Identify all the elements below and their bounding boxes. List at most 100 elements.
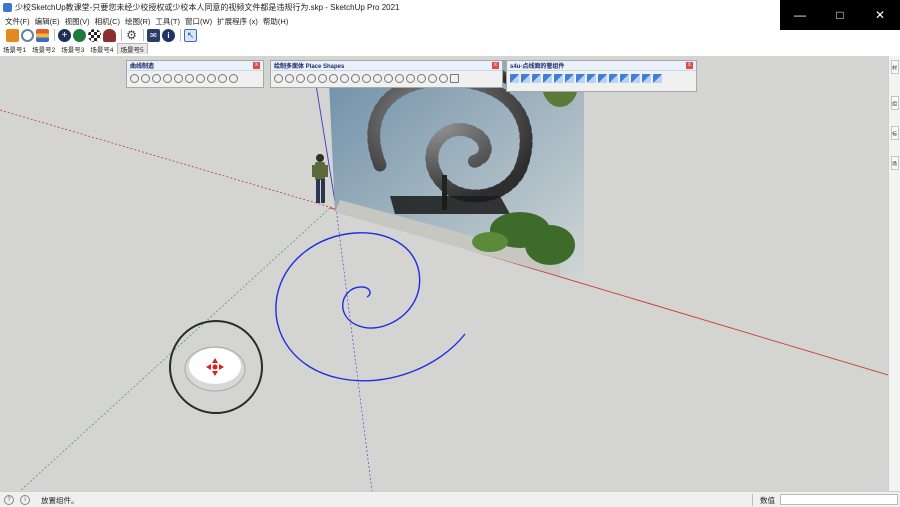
main-toolbar: + ⚙ ✉ i ↖ [0, 27, 199, 43]
scene-tab-1[interactable]: 场景号1 [0, 44, 29, 54]
shape-capsule-icon[interactable] [406, 73, 415, 83]
red-axis-negative [0, 109, 341, 211]
curve-cup-icon[interactable] [207, 73, 216, 83]
s4u-point-icon[interactable] [510, 73, 519, 83]
shapes-panel-close-button[interactable]: x [492, 62, 499, 69]
human-figure-component[interactable] [312, 154, 328, 203]
s4u-path-icon[interactable] [620, 73, 629, 83]
shape-tube-icon[interactable] [450, 73, 459, 83]
select-tool-icon[interactable]: ↖ [184, 28, 197, 42]
toolbar-separator [121, 29, 122, 41]
viewport-canvas [0, 59, 888, 491]
credits-icon[interactable]: i [20, 495, 30, 505]
curve-bezier-icon[interactable] [163, 73, 172, 83]
status-message: 放置组件。 [41, 496, 79, 505]
s4u-scale-icon[interactable] [587, 73, 596, 83]
menu-camera[interactable]: 相机(C) [95, 16, 120, 27]
menu-draw[interactable]: 绘图(R) [125, 16, 150, 27]
s4u-line-icon[interactable] [521, 73, 530, 83]
menu-edit[interactable]: 编辑(E) [35, 16, 60, 27]
s4u-random-icon[interactable] [642, 73, 651, 83]
s4u-align-icon[interactable] [598, 73, 607, 83]
minimize-icon: — [794, 8, 806, 22]
curve-panel-close-button[interactable]: x [253, 62, 260, 69]
curve-arc-icon[interactable] [141, 73, 150, 83]
info-icon[interactable]: i [162, 28, 175, 42]
s4u-rotate-icon[interactable] [576, 73, 585, 83]
menu-extensions[interactable]: 扩展程序 (x) [217, 16, 258, 27]
shapes-panel-tools [271, 71, 502, 85]
s4u-face-icon[interactable] [543, 73, 552, 83]
gear-icon[interactable]: ⚙ [125, 28, 138, 42]
s4u-curve-icon[interactable] [631, 73, 640, 83]
curve-loop-icon[interactable] [196, 73, 205, 83]
geolocation-icon[interactable]: ? [4, 495, 14, 505]
shape-torus-icon[interactable] [384, 73, 393, 83]
shape-prism-icon[interactable] [351, 73, 360, 83]
menu-bar: 文件(F) 编辑(E) 视图(V) 相机(C) 绘图(R) 工具(T) 窗口(W… [0, 15, 288, 27]
curve-panel-title: 曲线制造 [130, 64, 155, 70]
s4u-replace-icon[interactable] [653, 73, 662, 83]
minimize-button[interactable]: — [780, 0, 820, 30]
sketchup-logo-icon[interactable] [6, 28, 19, 42]
right-dock: 材 组 标 场 [888, 56, 900, 491]
sketchup-window: 少校SketchUp教课堂-只要您未经少校授权或少校本人同意的视频文件都是违规行… [0, 0, 900, 507]
close-button[interactable]: ✕ [860, 0, 900, 30]
shape-dome-icon[interactable] [373, 73, 382, 83]
scene-tab-5[interactable]: 场景号5 [116, 43, 148, 54]
menu-window[interactable]: 窗口(W) [185, 16, 212, 27]
tree-icon[interactable] [73, 28, 86, 42]
checker-icon[interactable] [88, 28, 101, 42]
cloud-icon[interactable] [103, 28, 116, 42]
layers-icon[interactable] [36, 28, 49, 42]
refresh-icon[interactable] [21, 28, 34, 42]
menu-file[interactable]: 文件(F) [5, 16, 30, 27]
shape-disc-icon[interactable] [439, 73, 448, 83]
s4u-panel-close-button[interactable]: x [686, 62, 693, 69]
shape-cone-icon[interactable] [340, 73, 349, 83]
curve-panel-header[interactable]: 曲线制造 x [127, 61, 263, 71]
curve-spline-icon[interactable] [174, 73, 183, 83]
shapes-panel-header[interactable]: 绘制多面体 Place Shapes x [271, 61, 502, 71]
s4u-panel-header[interactable]: s4u-点线面的管组件 x [507, 61, 696, 71]
s4u-array-icon[interactable] [554, 73, 563, 83]
modeling-viewport[interactable]: 曲线制造 x 绘制多面体 Place Shapes x s4u-点线面的管组件 … [0, 56, 888, 491]
scene-tab-2[interactable]: 场景号2 [29, 44, 58, 54]
curve-helix-icon[interactable] [152, 73, 161, 83]
spiral-curve[interactable] [275, 232, 466, 382]
curve-hook-icon[interactable] [229, 73, 238, 83]
s4u-drop-icon[interactable] [609, 73, 618, 83]
dock-tab-materials[interactable]: 材 [891, 60, 899, 74]
measurements-input[interactable] [780, 494, 898, 505]
shape-hexagon-icon[interactable] [296, 73, 305, 83]
curve-spiral-icon[interactable] [130, 73, 139, 83]
dock-tab-scenes[interactable]: 场 [891, 156, 899, 170]
curve-offset-icon[interactable] [218, 73, 227, 83]
shape-sphere-icon[interactable] [362, 73, 371, 83]
scene-tab-4[interactable]: 场景号4 [87, 44, 116, 54]
menu-view[interactable]: 视图(V) [65, 16, 90, 27]
maximize-button[interactable]: □ [820, 0, 860, 30]
shape-cylinder-icon[interactable] [307, 73, 316, 83]
menu-help[interactable]: 帮助(H) [263, 16, 288, 27]
shape-ellipsoid-icon[interactable] [395, 73, 404, 83]
shape-pentagon-icon[interactable] [285, 73, 294, 83]
scene-tab-3[interactable]: 场景号3 [58, 44, 87, 54]
shape-circle-icon[interactable] [329, 73, 338, 83]
dock-tab-components[interactable]: 组 [891, 96, 899, 110]
sketchup-app-icon [3, 3, 12, 12]
s4u-axis-icon[interactable] [532, 73, 541, 83]
s4u-copy-icon[interactable] [565, 73, 574, 83]
status-separator [752, 494, 753, 506]
shape-octagon-icon[interactable] [318, 73, 327, 83]
s4u-panel-title: s4u-点线面的管组件 [510, 64, 565, 70]
mail-icon[interactable]: ✉ [147, 28, 160, 42]
add-circle-icon[interactable]: + [58, 28, 71, 42]
dock-tab-tags[interactable]: 标 [891, 126, 899, 140]
menu-tools[interactable]: 工具(T) [155, 16, 180, 27]
shape-geodesic-icon[interactable] [417, 73, 426, 83]
curve-wave-icon[interactable] [185, 73, 194, 83]
shape-box-icon[interactable] [274, 73, 283, 83]
photo-image-component[interactable] [328, 60, 584, 280]
shape-hemisphere-icon[interactable] [428, 73, 437, 83]
